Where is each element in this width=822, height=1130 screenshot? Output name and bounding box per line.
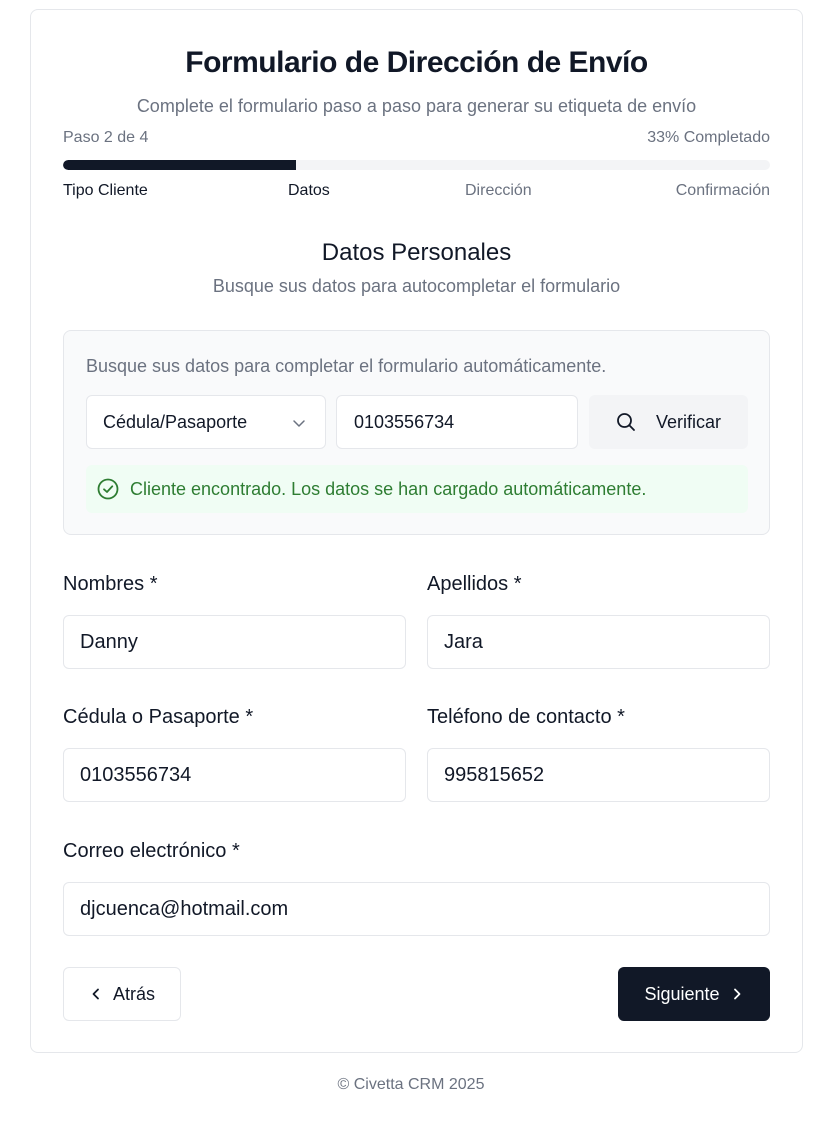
telefono-label: Teléfono de contacto *: [427, 706, 625, 728]
shipping-form-card: Formulario de Dirección de Envío Complet…: [30, 9, 803, 1053]
progress-percent: 33% Completado: [647, 129, 770, 146]
footer-copyright: © Civetta CRM 2025: [337, 1076, 485, 1093]
verify-button[interactable]: Verificar: [589, 395, 748, 449]
lookup-hint: Busque sus datos para completar el formu…: [86, 356, 607, 376]
step-indicator: Tipo Cliente Datos Dirección Confirmació…: [63, 182, 770, 204]
back-button[interactable]: Atrás: [63, 967, 181, 1021]
progress-bar-fill: [63, 160, 297, 170]
telefono-input[interactable]: [427, 748, 770, 802]
section-title: Datos Personales: [321, 239, 512, 266]
step-tipo-cliente: Tipo Cliente: [63, 182, 148, 199]
progress-header: Paso 2 de 4 33% Completado: [63, 129, 770, 147]
success-message: Cliente encontrado. Los datos se han car…: [130, 478, 647, 499]
section-subtitle: Busque sus datos para autocompletar el f…: [212, 276, 621, 296]
verify-button-label: Verificar: [655, 411, 722, 432]
step-confirmacion: Confirmación: [675, 182, 770, 199]
correo-label: Correo electrónico *: [63, 840, 240, 862]
document-type-value: Cédula/Pasaporte: [103, 411, 248, 432]
apellidos-label: Apellidos *: [427, 573, 522, 595]
check-circle-icon: [97, 478, 119, 500]
lookup-success-alert: Cliente encontrado. Los datos se han car…: [86, 465, 748, 513]
document-number-input[interactable]: [336, 395, 578, 449]
chevron-left-icon: [92, 988, 99, 1000]
chevron-right-icon: [733, 988, 740, 1000]
chevron-down-icon: [293, 420, 305, 427]
cedula-input[interactable]: [63, 748, 406, 802]
step-direccion: Dirección: [465, 182, 532, 199]
cedula-label: Cédula o Pasaporte *: [63, 706, 254, 728]
back-button-label: Atrás: [112, 983, 155, 1004]
customer-lookup-panel: Busque sus datos para completar el formu…: [63, 330, 770, 535]
nombres-label: Nombres *: [63, 573, 158, 595]
progress-bar: [63, 160, 770, 170]
apellidos-input[interactable]: [427, 615, 770, 669]
step-counter: Paso 2 de 4: [63, 129, 149, 146]
next-button-label: Siguiente: [644, 983, 720, 1004]
step-datos: Datos: [288, 182, 330, 199]
page-subtitle: Complete el formulario paso a paso para …: [136, 96, 697, 116]
correo-input[interactable]: [63, 882, 770, 936]
page-title: Formulario de Dirección de Envío: [185, 46, 648, 79]
next-button[interactable]: Siguiente: [618, 967, 770, 1021]
document-type-select[interactable]: Cédula/Pasaporte: [86, 395, 326, 449]
search-icon: [617, 413, 635, 431]
nombres-input[interactable]: [63, 615, 406, 669]
